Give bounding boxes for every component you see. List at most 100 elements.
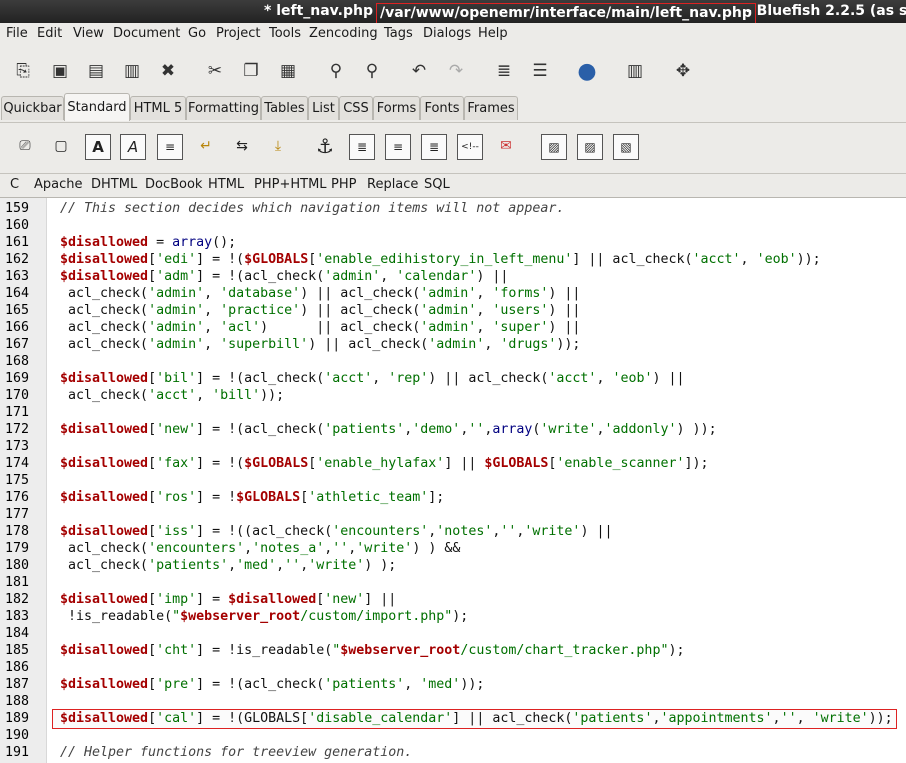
code-line[interactable]: 185 $disallowed['cht'] = !is_readable("$w… [0,642,906,659]
snippet-apache[interactable]: Apache [34,177,83,192]
menu-zencoding[interactable]: Zencoding [309,26,378,41]
open-file-icon[interactable]: ▣ [47,58,73,84]
code-line[interactable]: 169 $disallowed['bil'] = !(acl_check('acc… [0,370,906,387]
tab-frames[interactable]: Frames [464,96,518,120]
code-line[interactable]: 190 [0,727,906,744]
code-line[interactable]: 159 // This section decides which navigat… [0,200,906,217]
align-center-icon[interactable]: ≡ [385,134,411,160]
menu-go[interactable]: Go [188,26,206,41]
body-icon[interactable]: ▢ [49,134,73,158]
italic-icon[interactable]: A [120,134,146,160]
code-line[interactable]: 173 [0,438,906,455]
close-icon[interactable]: ✖ [155,58,181,84]
code-line[interactable]: 172 $disallowed['new'] = !(acl_check('pat… [0,421,906,438]
tab-forms[interactable]: Forms [373,96,420,120]
menu-edit[interactable]: Edit [37,26,62,41]
anchor-icon[interactable]: ⚓ [313,134,337,158]
menu-help[interactable]: Help [478,26,508,41]
multi-thumbnail-icon[interactable]: ▧ [613,134,639,160]
code-line[interactable]: 167 acl_check('admin', 'superbill') || a… [0,336,906,353]
tab-html5[interactable]: HTML 5 [130,96,186,120]
code-line[interactable]: 187 $disallowed['pre'] = !(acl_check('pat… [0,676,906,693]
tab-formatting[interactable]: Formatting [186,96,261,120]
snippet-html[interactable]: HTML [208,177,244,192]
code-line[interactable]: 183 !is_readable("$webserver_root/custom… [0,608,906,625]
code-line[interactable]: 188 [0,693,906,710]
copy-icon[interactable]: ❐ [238,58,264,84]
code-line[interactable]: 166 acl_check('admin', 'acl') || acl_che… [0,319,906,336]
code-line[interactable]: 180 acl_check('patients','med','','write… [0,557,906,574]
code-line[interactable]: 165 acl_check('admin', 'practice') || ac… [0,302,906,319]
thumbnail-icon[interactable]: ▨ [577,134,603,160]
indent-icon[interactable]: ≣ [491,58,517,84]
code-line[interactable]: 174 $disallowed['fax'] = !($GLOBALS['enab… [0,455,906,472]
code-line[interactable]: 164 acl_check('admin', 'database') || ac… [0,285,906,302]
find-replace-icon[interactable]: ⚲ [359,58,385,84]
snippet-docbook[interactable]: DocBook [145,177,202,192]
menu-document[interactable]: Document [113,26,180,41]
snippet-dhtml[interactable]: DHTML [91,177,137,192]
code-line[interactable]: 161 $disallowed = array(); [0,234,906,251]
align-left-icon[interactable]: ≣ [349,134,375,160]
menu-tags[interactable]: Tags [384,26,413,41]
undo-icon[interactable]: ↶ [406,58,432,84]
paragraph-icon[interactable]: ≡ [157,134,183,160]
tab-tables[interactable]: Tables [261,96,308,120]
code-line[interactable]: 184 [0,625,906,642]
code-line[interactable]: 181 [0,574,906,591]
code-line[interactable]: 175 [0,472,906,489]
unindent-icon[interactable]: ☰ [527,58,553,84]
code-line[interactable]: 170 acl_check('acct', 'bill')); [0,387,906,404]
code-editor[interactable]: 159 // This section decides which navigat… [0,197,906,763]
code-line[interactable]: 182 $disallowed['imp'] = $disallowed['new… [0,591,906,608]
new-file-icon[interactable]: ⎘ [10,58,36,84]
find-icon[interactable]: ⚲ [323,58,349,84]
align-right-icon[interactable]: ≣ [421,134,447,160]
code-line[interactable]: 177 [0,506,906,523]
code-line[interactable]: 162 $disallowed['edi'] = !($GLOBALS['enab… [0,251,906,268]
image-icon[interactable]: ▨ [541,134,567,160]
break-clear-icon[interactable]: ⇆ [230,134,254,158]
code-line[interactable]: 191 // Helper functions for treeview gene… [0,744,906,761]
tab-quickbar[interactable]: Quickbar [1,96,64,120]
line-number: 177 [5,507,30,522]
redo-icon[interactable]: ↷ [443,58,469,84]
preview-browser-icon[interactable]: ● [574,58,600,84]
preferences-icon[interactable]: ▥ [622,58,648,84]
comment-icon[interactable]: <!-- [457,134,483,160]
paste-icon[interactable]: ▦ [275,58,301,84]
code-line[interactable]: 179 acl_check('encounters','notes_a','',… [0,540,906,557]
tab-standard[interactable]: Standard [64,93,130,121]
snippet-sql[interactable]: SQL [424,177,450,192]
snippet-c[interactable]: C [10,177,19,192]
save-as-icon[interactable]: ▥ [119,58,145,84]
code-line[interactable]: 160 [0,217,906,234]
menu-dialogs[interactable]: Dialogs [423,26,471,41]
menu-project[interactable]: Project [216,26,260,41]
code-line[interactable]: 171 [0,404,906,421]
tab-fonts[interactable]: Fonts [420,96,464,120]
code-line[interactable]: 168 [0,353,906,370]
snippet-php[interactable]: PHP [331,177,356,192]
nbsp-icon[interactable]: ⤓ [266,134,290,158]
menu-file[interactable]: File [6,26,28,41]
email-icon[interactable]: ✉ [494,134,518,158]
code-line[interactable]: 186 [0,659,906,676]
snippet-php-html[interactable]: PHP+HTML [254,177,327,192]
line-number: 183 [5,609,30,624]
code-line[interactable]: 189 $disallowed['cal'] = !(GLOBALS['disab… [0,709,906,729]
quickstart-icon[interactable]: ⎚ [13,134,37,158]
menu-view[interactable]: View [73,26,104,41]
fullscreen-icon[interactable]: ✥ [670,58,696,84]
save-icon[interactable]: ▤ [83,58,109,84]
bold-icon[interactable]: A [85,134,111,160]
menu-tools[interactable]: Tools [269,26,301,41]
code-line[interactable]: 163 $disallowed['adm'] = !(acl_check('adm… [0,268,906,285]
tab-list[interactable]: List [308,96,339,120]
tab-css[interactable]: CSS [339,96,373,120]
snippet-replace[interactable]: Replace [367,177,418,192]
code-line[interactable]: 176 $disallowed['ros'] = !$GLOBALS['athle… [0,489,906,506]
cut-icon[interactable]: ✂ [202,58,228,84]
code-line[interactable]: 178 $disallowed['iss'] = !((acl_check('en… [0,523,906,540]
break-icon[interactable]: ↵ [194,134,218,158]
